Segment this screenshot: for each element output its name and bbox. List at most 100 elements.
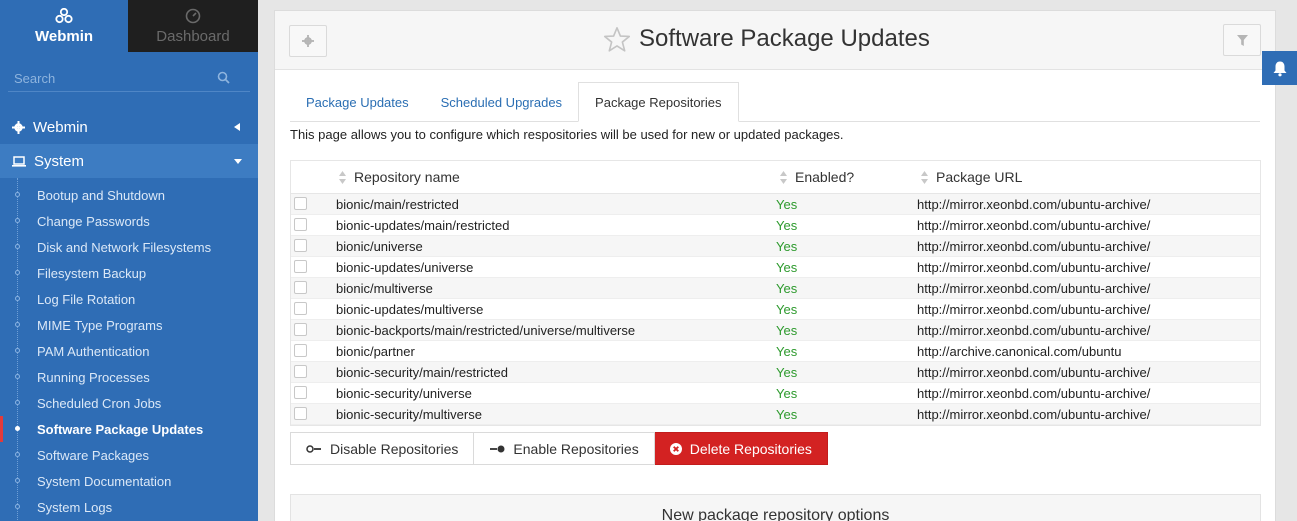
sidebar-item-software-packages[interactable]: Software Packages [0,442,258,468]
repository-name[interactable]: bionic-security/universe [336,386,472,401]
caret-left-icon [234,123,240,131]
sidebar-item-label: Change Passwords [37,213,150,229]
sidebar-item-bootup-and-shutdown[interactable]: Bootup and Shutdown [0,182,258,208]
gear-icon [302,35,314,47]
module-config-button[interactable] [289,25,327,57]
package-url: http://mirror.xeonbd.com/ubuntu-archive/ [917,323,1151,338]
sidebar-search [8,66,250,92]
repository-name[interactable]: bionic/partner [336,344,415,359]
row-checkbox[interactable] [294,302,307,315]
disable-repositories-button[interactable]: Disable Repositories [290,432,475,465]
sidebar-item-change-passwords[interactable]: Change Passwords [0,208,258,234]
package-url: http://mirror.xeonbd.com/ubuntu-archive/ [917,407,1151,422]
table-row: bionic/multiverse Yes http://mirror.xeonbd… [291,278,1260,299]
row-checkbox[interactable] [294,323,307,336]
column-label: Repository name [354,169,460,185]
delete-repositories-button[interactable]: Delete Repositories [654,432,828,465]
row-checkbox[interactable] [294,407,307,420]
bullet-icon [15,322,20,327]
column-header-package-url[interactable]: Package URL [921,169,1022,185]
search-input[interactable] [8,66,250,90]
repository-name[interactable]: bionic/multiverse [336,281,433,296]
repository-name[interactable]: bionic/universe [336,239,423,254]
sidebar-item-label: System Documentation [37,473,172,489]
sidebar-item-log-file-rotation[interactable]: Log File Rotation [0,286,258,312]
repository-actions: Disable Repositories Enable Repositories… [290,432,828,465]
active-marker [0,416,3,442]
sort-icon [339,170,346,184]
times-circle-icon [669,442,682,455]
row-checkbox[interactable] [294,344,307,357]
row-checkbox[interactable] [294,218,307,231]
page-description: This page allows you to configure which … [290,127,844,142]
row-checkbox[interactable] [294,386,307,399]
sidebar-item-pam-authentication[interactable]: PAM Authentication [0,338,258,364]
bullet-icon [15,504,20,509]
repository-name[interactable]: bionic-updates/universe [336,260,473,275]
sidebar-section-system[interactable]: System [0,144,258,178]
notifications-button[interactable] [1262,51,1297,85]
tab-package-repositories[interactable]: Package Repositories [578,82,739,122]
star-outline-icon[interactable] [603,26,631,53]
dashboard-tab-label: Dashboard [156,27,230,45]
sidebar-top-tabs: Webmin Dashboard [0,0,258,52]
package-url: http://archive.canonical.com/ubuntu [917,344,1122,359]
row-checkbox[interactable] [294,197,307,210]
enabled-status: Yes [776,197,798,212]
tab-scheduled-upgrades[interactable]: Scheduled Upgrades [425,82,578,122]
table-body: bionic/main/restricted Yes http://mirror.x… [291,194,1260,425]
row-checkbox[interactable] [294,365,307,378]
package-url: http://mirror.xeonbd.com/ubuntu-archive/ [917,281,1151,296]
column-header-enabled[interactable]: Enabled? [780,169,854,185]
bullet-icon [15,452,20,457]
sidebar-item-mime-type-programs[interactable]: MIME Type Programs [0,312,258,338]
dashboard-gauge-icon [185,8,201,23]
bullet-icon [15,348,20,353]
main-panel: Software Package Updates Package Updates… [274,10,1276,521]
column-header-repository-name[interactable]: Repository name [339,169,460,185]
bell-icon [1273,61,1286,76]
row-checkbox[interactable] [294,260,307,273]
sidebar-item-running-processes[interactable]: Running Processes [0,364,258,390]
repository-name[interactable]: bionic-security/multiverse [336,407,482,422]
row-checkbox[interactable] [294,239,307,252]
button-label: Enable Repositories [513,440,639,457]
tab-package-updates[interactable]: Package Updates [290,82,425,122]
sidebar-item-system-logs[interactable]: System Logs [0,494,258,520]
enabled-status: Yes [776,302,798,317]
filter-button[interactable] [1223,24,1261,56]
dashboard-tab[interactable]: Dashboard [128,0,258,52]
search-icon[interactable] [217,71,230,84]
repository-name[interactable]: bionic-security/main/restricted [336,365,508,380]
table-row: bionic-updates/universe Yes http://mirror.… [291,257,1260,278]
package-url: http://mirror.xeonbd.com/ubuntu-archive/ [917,197,1151,212]
table-row: bionic-updates/multiverse Yes http://mirro… [291,299,1260,320]
table-row: bionic-backports/main/restricted/univers… [291,320,1260,341]
sidebar-item-label: System Logs [37,499,113,515]
repository-name[interactable]: bionic-backports/main/restricted/univers… [336,323,635,338]
sidebar-item-disk-and-network-filesystems[interactable]: Disk and Network Filesystems [0,234,258,260]
sidebar-item-label: Software Package Updates [37,421,204,437]
sidebar-item-label: Running Processes [37,369,150,385]
webmin-tab[interactable]: Webmin [0,0,128,52]
sidebar-item-scheduled-cron-jobs[interactable]: Scheduled Cron Jobs [0,390,258,416]
sidebar-item-system-documentation[interactable]: System Documentation [0,468,258,494]
bullet-icon [15,478,20,483]
sort-icon [780,170,787,184]
sidebar-system-items: Bootup and Shutdown Change Passwords Dis… [0,178,258,520]
sidebar-item-software-package-updates[interactable]: Software Package Updates [0,416,258,442]
row-checkbox[interactable] [294,281,307,294]
sidebar-section-webmin[interactable]: Webmin [0,110,258,144]
sort-icon [921,170,928,184]
sidebar-item-filesystem-backup[interactable]: Filesystem Backup [0,260,258,286]
bullet-icon [15,426,20,431]
repository-name[interactable]: bionic/main/restricted [336,197,459,212]
repository-name[interactable]: bionic-updates/main/restricted [336,218,509,233]
package-url: http://mirror.xeonbd.com/ubuntu-archive/ [917,302,1151,317]
package-url: http://mirror.xeonbd.com/ubuntu-archive/ [917,386,1151,401]
table-row: bionic/universe Yes http://mirror.xeonbd.c… [291,236,1260,257]
bullet-icon [15,192,20,197]
repository-name[interactable]: bionic-updates/multiverse [336,302,483,317]
enabled-status: Yes [776,218,798,233]
enable-repositories-button[interactable]: Enable Repositories [474,432,655,465]
